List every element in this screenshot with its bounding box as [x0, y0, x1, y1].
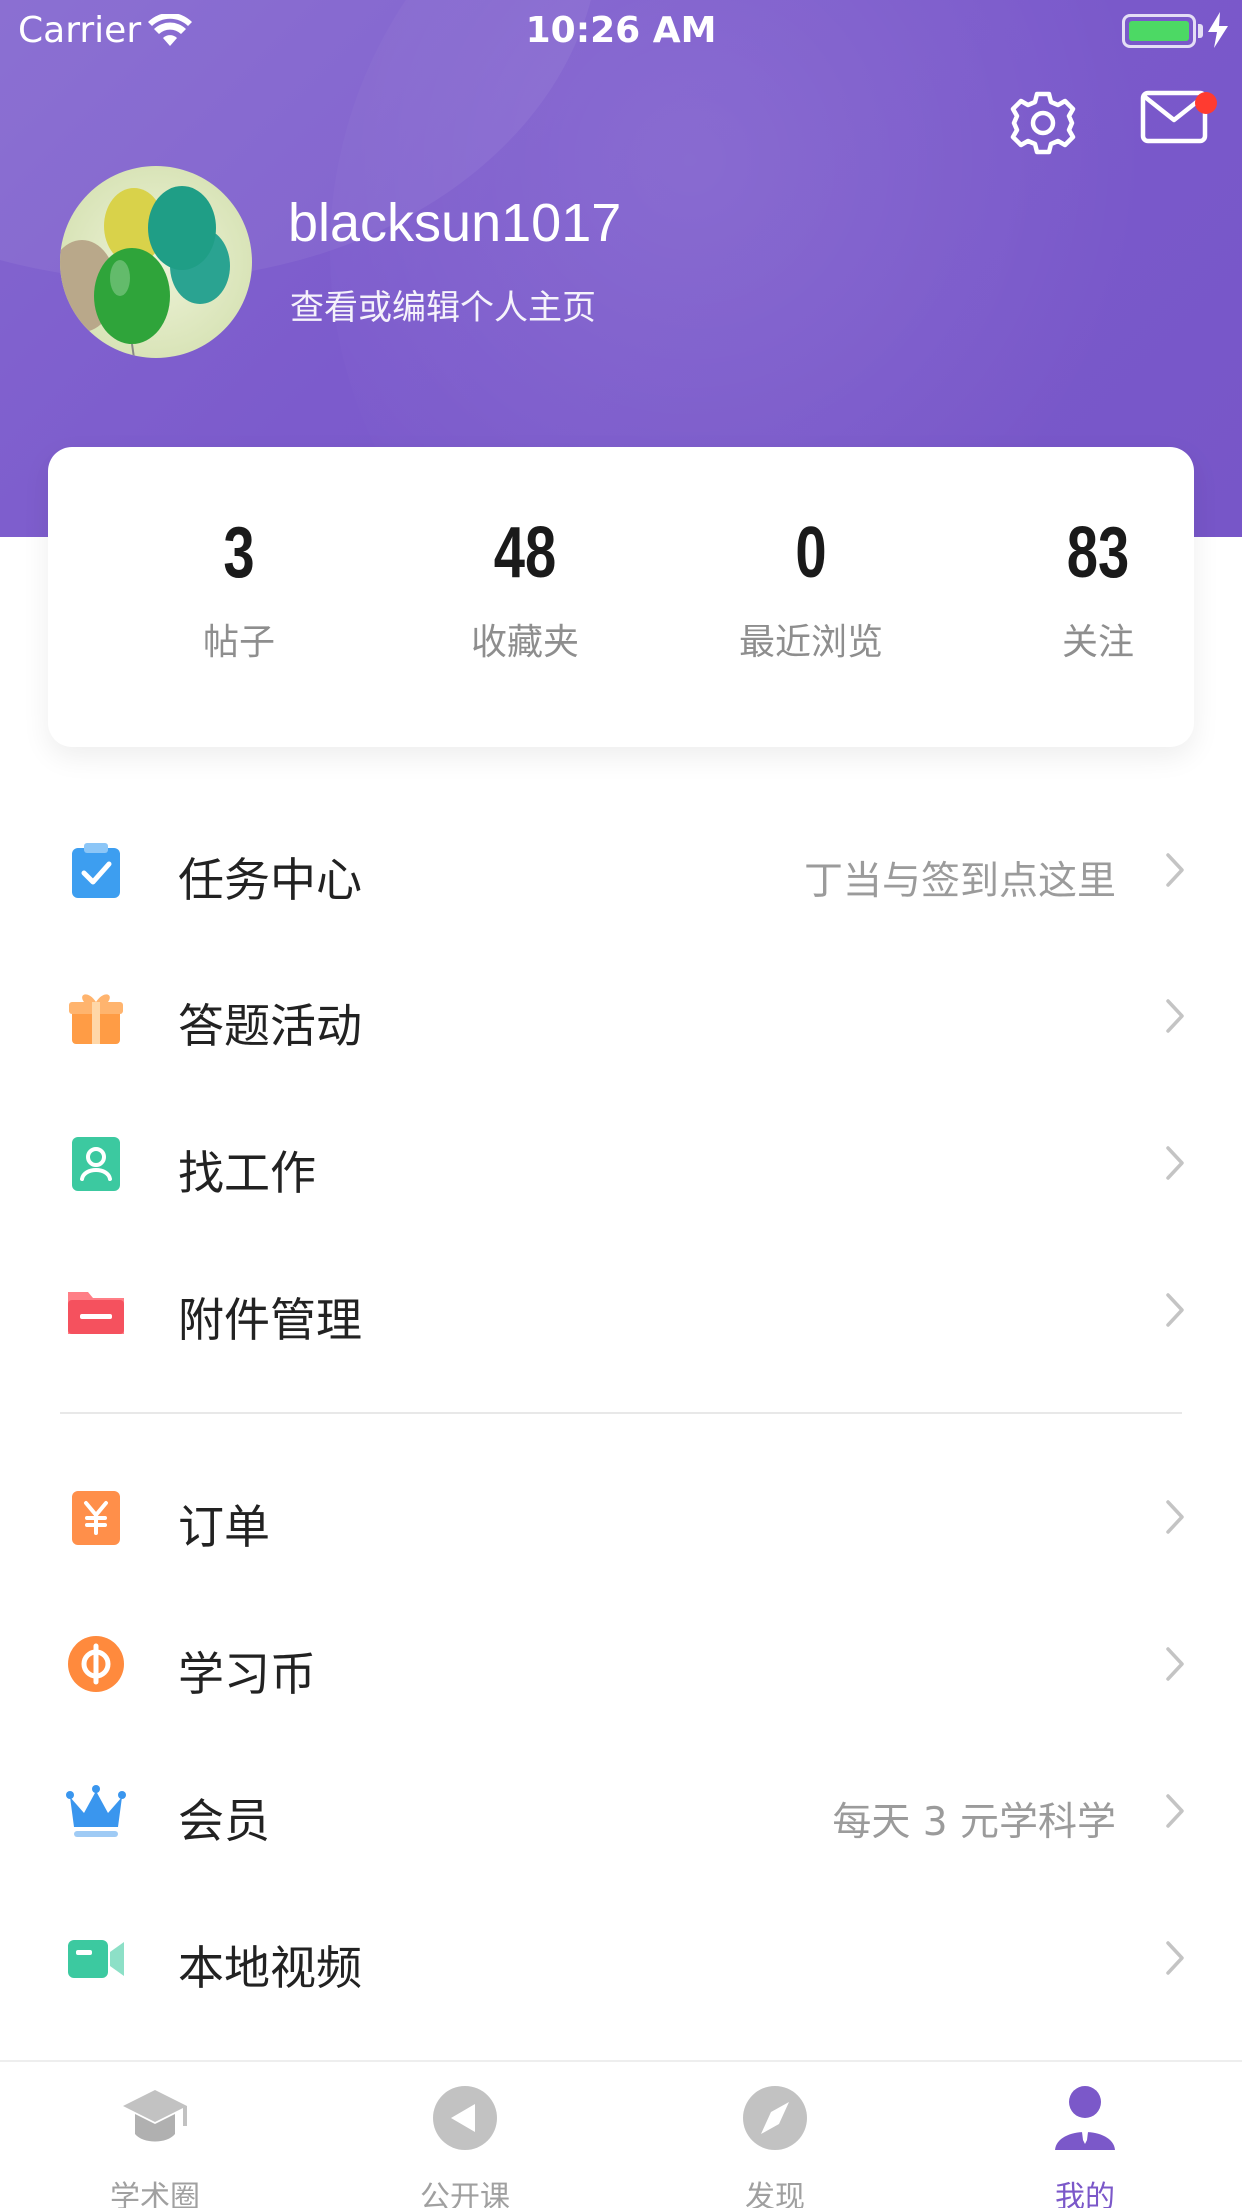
stat-recent-views[interactable]: 0 最近浏览 — [686, 517, 936, 665]
menu-item-quiz-activity[interactable]: 答题活动 — [0, 942, 1242, 1088]
tab-academic-circle[interactable]: 学术圈 — [0, 2062, 310, 2208]
coin-icon — [68, 1636, 124, 1692]
avatar[interactable] — [60, 166, 252, 358]
chevron-right-icon — [1166, 1500, 1184, 1534]
chevron-right-icon — [1166, 999, 1184, 1033]
menu-item-label: 会员 — [178, 1794, 270, 1848]
stat-value: 48 — [493, 513, 557, 593]
menu-item-attachments[interactable]: 附件管理 — [0, 1236, 1242, 1382]
chevron-right-icon — [1166, 1293, 1184, 1327]
menu-item-label: 本地视频 — [178, 1941, 362, 1995]
edit-profile-link[interactable]: 查看或编辑个人主页 — [290, 280, 596, 329]
clipboard-check-icon — [72, 843, 120, 898]
stat-label: 收藏夹 — [470, 622, 579, 663]
menu-item-label: 找工作 — [178, 1146, 316, 1200]
menu-item-find-job[interactable]: 找工作 — [0, 1089, 1242, 1235]
tab-label: 发现 — [745, 2180, 805, 2208]
stats-card: 3 帖子 48 收藏夹 0 最近浏览 83 关注 — [48, 447, 1194, 747]
crown-icon — [66, 1785, 126, 1837]
chevron-right-icon — [1166, 1146, 1184, 1180]
compass-icon — [743, 2086, 807, 2150]
stat-favorites[interactable]: 48 收藏夹 — [400, 517, 650, 665]
user-icon — [1055, 2086, 1115, 2150]
menu-item-label: 附件管理 — [178, 1293, 362, 1347]
tab-discover[interactable]: 发现 — [620, 2062, 930, 2208]
menu-item-label: 订单 — [178, 1500, 270, 1554]
menu-item-local-video[interactable]: 本地视频 — [0, 1884, 1242, 2030]
status-time: 10:26 AM — [525, 10, 717, 51]
stat-value: 83 — [1066, 513, 1130, 593]
tab-label: 我的 — [1055, 2180, 1115, 2208]
chevron-right-icon — [1166, 1941, 1184, 1975]
menu-item-label: 学习币 — [178, 1647, 316, 1701]
gift-icon — [69, 994, 123, 1044]
settings-gear-icon[interactable] — [1010, 90, 1076, 156]
stat-label: 最近浏览 — [738, 622, 883, 663]
stat-value: 3 — [223, 513, 255, 593]
charging-bolt-icon — [1208, 12, 1228, 48]
yen-order-icon — [72, 1491, 120, 1545]
stat-value: 0 — [795, 513, 827, 593]
unread-badge — [1195, 92, 1217, 114]
battery-icon — [1122, 14, 1196, 48]
battery-tip — [1198, 24, 1203, 38]
menu-divider — [60, 1412, 1182, 1414]
folder-icon — [68, 1292, 124, 1334]
menu-item-label: 任务中心 — [178, 853, 362, 907]
stat-label: 帖子 — [202, 622, 275, 663]
chevron-right-icon — [1166, 853, 1184, 887]
stat-following[interactable]: 83 关注 — [973, 517, 1223, 665]
menu-item-membership[interactable]: 会员 每天 3 元学科学 — [0, 1737, 1242, 1883]
tab-label: 公开课 — [420, 2180, 510, 2208]
tab-mine[interactable]: 我的 — [930, 2062, 1240, 2208]
stat-posts[interactable]: 3 帖子 — [114, 517, 364, 665]
play-circle-icon — [433, 2086, 497, 2150]
username[interactable]: blacksun1017 — [288, 192, 621, 254]
stat-label: 关注 — [1061, 622, 1134, 663]
chevron-right-icon — [1166, 1647, 1184, 1681]
menu-item-label: 答题活动 — [178, 999, 362, 1053]
balloons-image — [60, 186, 230, 358]
tab-bar: 学术圈 公开课 发现 我的 — [0, 2060, 1242, 2208]
menu-item-task-center[interactable]: 任务中心 丁当与签到点这里 — [0, 796, 1242, 942]
video-camera-icon — [68, 1940, 124, 1978]
graduation-cap-icon — [123, 2090, 187, 2142]
person-badge-icon — [72, 1137, 120, 1191]
tab-label: 学术圈 — [110, 2180, 200, 2208]
menu-item-hint: 每天 3 元学科学 — [832, 1800, 1116, 1845]
chevron-right-icon — [1166, 1794, 1184, 1828]
menu-item-study-coins[interactable]: 学习币 — [0, 1590, 1242, 1736]
menu-item-orders[interactable]: 订单 — [0, 1443, 1242, 1589]
tab-open-courses[interactable]: 公开课 — [310, 2062, 620, 2208]
menu-item-hint: 丁当与签到点这里 — [803, 859, 1116, 904]
status-bar: Carrier 10:26 AM — [0, 0, 1242, 62]
